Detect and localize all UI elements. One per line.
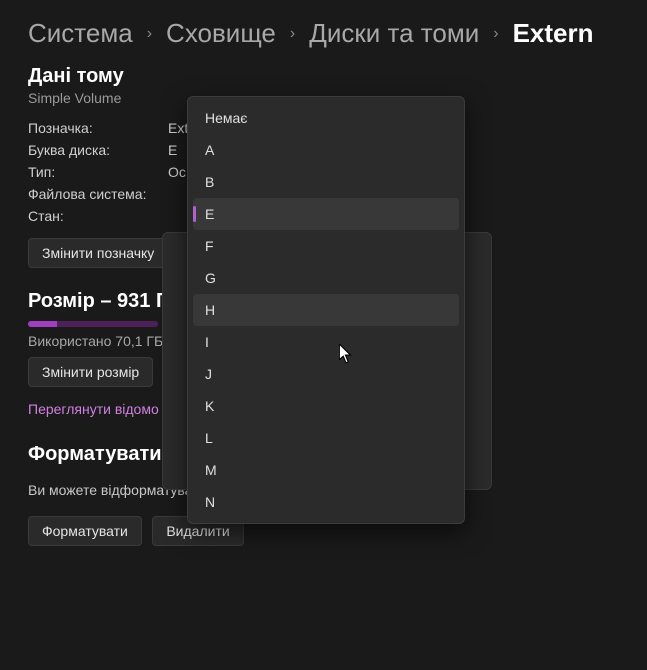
letter-label: Буква диска:	[28, 142, 168, 158]
dropdown-item-k[interactable]: K	[193, 390, 459, 422]
dropdown-item-n[interactable]: N	[193, 486, 459, 518]
dropdown-item-b[interactable]: B	[193, 166, 459, 198]
letter-value: E	[168, 142, 177, 158]
dropdown-item-a[interactable]: A	[193, 134, 459, 166]
format-button[interactable]: Форматувати	[28, 516, 142, 546]
label-label: Позначка:	[28, 120, 168, 136]
usage-bar	[28, 321, 158, 327]
dropdown-item-h[interactable]: H	[193, 294, 459, 326]
breadcrumb: Система › Сховище › Диски та томи › Exte…	[0, 0, 647, 49]
label-value: Ext	[168, 120, 188, 136]
chevron-right-icon: ›	[147, 25, 152, 43]
dropdown-item-g[interactable]: G	[193, 262, 459, 294]
dropdown-item-l[interactable]: L	[193, 422, 459, 454]
breadcrumb-disks[interactable]: Диски та томи	[309, 18, 479, 49]
chevron-right-icon: ›	[290, 25, 295, 43]
dropdown-item-m[interactable]: M	[193, 454, 459, 486]
change-label-button[interactable]: Змінити позначку	[28, 238, 168, 268]
usage-bar-fill	[28, 321, 57, 327]
dropdown-item-f[interactable]: F	[193, 230, 459, 262]
volume-title: Дані тому	[28, 65, 619, 88]
breadcrumb-current: Extern	[513, 18, 594, 49]
state-label: Стан:	[28, 208, 168, 224]
dropdown-item-немає[interactable]: Немає	[193, 102, 459, 134]
breadcrumb-system[interactable]: Система	[28, 18, 133, 49]
dropdown-item-e[interactable]: E	[193, 198, 459, 230]
resize-button[interactable]: Змінити розмір	[28, 357, 153, 387]
fs-label: Файлова система:	[28, 186, 168, 202]
breadcrumb-storage[interactable]: Сховище	[166, 18, 276, 49]
dropdown-item-j[interactable]: J	[193, 358, 459, 390]
dropdown-item-i[interactable]: I	[193, 326, 459, 358]
drive-letter-dropdown[interactable]: НемаєABEFGHIJKLMN	[187, 96, 465, 524]
type-value: Ос	[168, 164, 186, 180]
type-label: Тип:	[28, 164, 168, 180]
chevron-right-icon: ›	[493, 25, 498, 43]
